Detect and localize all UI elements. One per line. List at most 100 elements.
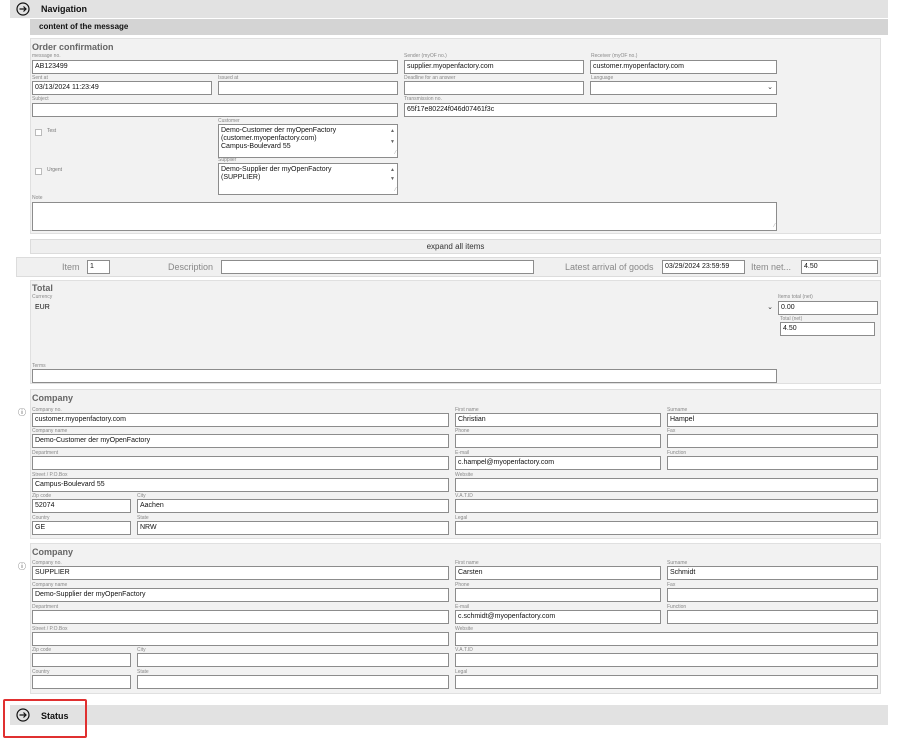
function-field[interactable] bbox=[667, 456, 878, 470]
arrival-label: Latest arrival of goods bbox=[565, 262, 654, 272]
supplier-line: (SUPPLIER) bbox=[221, 174, 261, 181]
terms-field[interactable] bbox=[32, 369, 777, 383]
note-label: Note bbox=[32, 195, 43, 201]
arrow-circle-icon[interactable] bbox=[16, 708, 30, 722]
item-net-label: Item net... bbox=[751, 262, 792, 272]
chevron-down-icon: ⌄ bbox=[767, 84, 773, 91]
message-no-field[interactable]: AB123499 bbox=[32, 60, 398, 74]
country-field[interactable]: GE bbox=[32, 521, 131, 535]
description-label: Description bbox=[168, 262, 214, 272]
fax-field[interactable] bbox=[667, 588, 878, 602]
department-field[interactable] bbox=[32, 456, 449, 470]
zip-field[interactable]: 52074 bbox=[32, 499, 131, 513]
vat-field[interactable] bbox=[455, 499, 878, 513]
supplier-line: Demo-Supplier der myOpenFactory bbox=[221, 166, 332, 173]
legal-field[interactable] bbox=[455, 675, 878, 689]
first-name-field[interactable]: Christian bbox=[455, 413, 661, 427]
receiver-field[interactable]: customer.myopenfactory.com bbox=[590, 60, 777, 74]
content-subheader-title: content of the message bbox=[39, 22, 129, 31]
email-field[interactable]: c.schmidt@myopenfactory.com bbox=[455, 610, 661, 624]
item-number-field[interactable]: 1 bbox=[87, 260, 110, 274]
street-field[interactable]: Campus-Boulevard 55 bbox=[32, 478, 449, 492]
customer-line: Demo-Customer der myOpenFactory bbox=[221, 127, 337, 134]
phone-field[interactable] bbox=[455, 588, 661, 602]
company-name-field[interactable]: Demo-Customer der myOpenFactory bbox=[32, 434, 449, 448]
info-icon[interactable]: ⓘ bbox=[18, 561, 26, 572]
status-title[interactable]: Status bbox=[41, 711, 69, 721]
description-field[interactable] bbox=[221, 260, 534, 274]
currency-select[interactable]: EUR ⌄ bbox=[32, 301, 777, 315]
city-field[interactable] bbox=[137, 653, 449, 667]
company-no-field[interactable]: customer.myopenfactory.com bbox=[32, 413, 449, 427]
test-label: Test bbox=[47, 128, 57, 134]
resize-grip-icon[interactable]: ⁄ bbox=[395, 149, 396, 157]
items-total-field[interactable]: 0.00 bbox=[778, 301, 878, 315]
city-field[interactable]: Aachen bbox=[137, 499, 449, 513]
note-textarea[interactable]: ⁄ bbox=[32, 202, 777, 231]
expand-all-items-button[interactable]: expand all items bbox=[30, 239, 881, 254]
item-label: Item bbox=[62, 262, 80, 272]
test-checkbox[interactable] bbox=[35, 129, 42, 136]
state-field[interactable]: NRW bbox=[137, 521, 449, 535]
phone-field[interactable] bbox=[455, 434, 661, 448]
website-field[interactable] bbox=[455, 632, 878, 646]
language-select[interactable]: ⌄ bbox=[590, 81, 777, 95]
sender-label: Sender (myOF no.) bbox=[404, 53, 447, 59]
customer-line: (customer.myopenfactory.com) bbox=[221, 135, 317, 142]
message-no-label: message no. bbox=[32, 53, 61, 59]
email-field[interactable]: c.hampel@myopenfactory.com bbox=[455, 456, 661, 470]
currency-label: Currency bbox=[32, 294, 53, 300]
scroll-down-icon[interactable]: ▼ bbox=[390, 175, 395, 183]
street-field[interactable] bbox=[32, 632, 449, 646]
customer-textarea[interactable]: Demo-Customer der myOpenFactory (custome… bbox=[218, 124, 398, 158]
vat-field[interactable] bbox=[455, 653, 878, 667]
legal-field[interactable] bbox=[455, 521, 878, 535]
sent-at-field[interactable]: 03/13/2024 11:23:49 bbox=[32, 81, 212, 95]
navigation-bar[interactable] bbox=[10, 0, 888, 18]
fax-field[interactable] bbox=[667, 434, 878, 448]
company-name-field[interactable]: Demo-Supplier der myOpenFactory bbox=[32, 588, 449, 602]
function-field[interactable] bbox=[667, 610, 878, 624]
resize-grip-icon[interactable]: ⁄ bbox=[395, 186, 396, 194]
navigation-title[interactable]: Navigation bbox=[41, 4, 87, 14]
company-title: Company bbox=[32, 547, 74, 557]
subject-field[interactable] bbox=[32, 103, 398, 117]
department-field[interactable] bbox=[32, 610, 449, 624]
zip-field[interactable] bbox=[32, 653, 131, 667]
subject-label: Subject bbox=[32, 96, 49, 102]
state-field[interactable] bbox=[137, 675, 449, 689]
receiver-label: Receiver (myOF no.) bbox=[591, 53, 638, 59]
info-icon[interactable]: ⓘ bbox=[18, 407, 26, 418]
sender-field[interactable]: supplier.myopenfactory.com bbox=[404, 60, 584, 74]
total-net-field[interactable]: 4.50 bbox=[780, 322, 875, 336]
transmission-label: Transmission no. bbox=[404, 96, 442, 102]
surname-field[interactable]: Hampel bbox=[667, 413, 878, 427]
order-confirmation-title: Order confirmation bbox=[32, 42, 114, 52]
country-field[interactable] bbox=[32, 675, 131, 689]
deadline-field[interactable] bbox=[404, 81, 584, 95]
website-field[interactable] bbox=[455, 478, 878, 492]
arrival-field[interactable]: 03/29/2024 23:59:59 bbox=[662, 260, 745, 274]
first-name-field[interactable]: Carsten bbox=[455, 566, 661, 580]
status-bar[interactable] bbox=[10, 705, 888, 725]
item-net-field[interactable]: 4.50 bbox=[801, 260, 878, 274]
urgent-checkbox[interactable] bbox=[35, 168, 42, 175]
arrow-circle-icon[interactable] bbox=[16, 2, 30, 16]
resize-grip-icon[interactable]: ⁄ bbox=[774, 222, 775, 230]
currency-value: EUR bbox=[35, 304, 50, 311]
surname-field[interactable]: Schmidt bbox=[667, 566, 878, 580]
scroll-down-icon[interactable]: ▼ bbox=[390, 138, 395, 146]
supplier-textarea[interactable]: Demo-Supplier der myOpenFactory (SUPPLIE… bbox=[218, 163, 398, 195]
urgent-label: Urgent bbox=[47, 167, 63, 173]
total-title: Total bbox=[32, 283, 53, 293]
customer-line: Campus-Boulevard 55 bbox=[221, 143, 291, 150]
scroll-up-icon[interactable]: ▲ bbox=[390, 127, 395, 135]
content-subheader: content of the message bbox=[30, 19, 888, 35]
company-no-field[interactable]: SUPPLIER bbox=[32, 566, 449, 580]
chevron-down-icon: ⌄ bbox=[767, 304, 773, 311]
scroll-up-icon[interactable]: ▲ bbox=[390, 166, 395, 174]
items-total-label: Items total (net) bbox=[778, 294, 813, 300]
transmission-field[interactable]: 65f17e80224f046d07461f3c bbox=[404, 103, 777, 117]
company-title: Company bbox=[32, 393, 74, 403]
issued-at-field[interactable] bbox=[218, 81, 398, 95]
